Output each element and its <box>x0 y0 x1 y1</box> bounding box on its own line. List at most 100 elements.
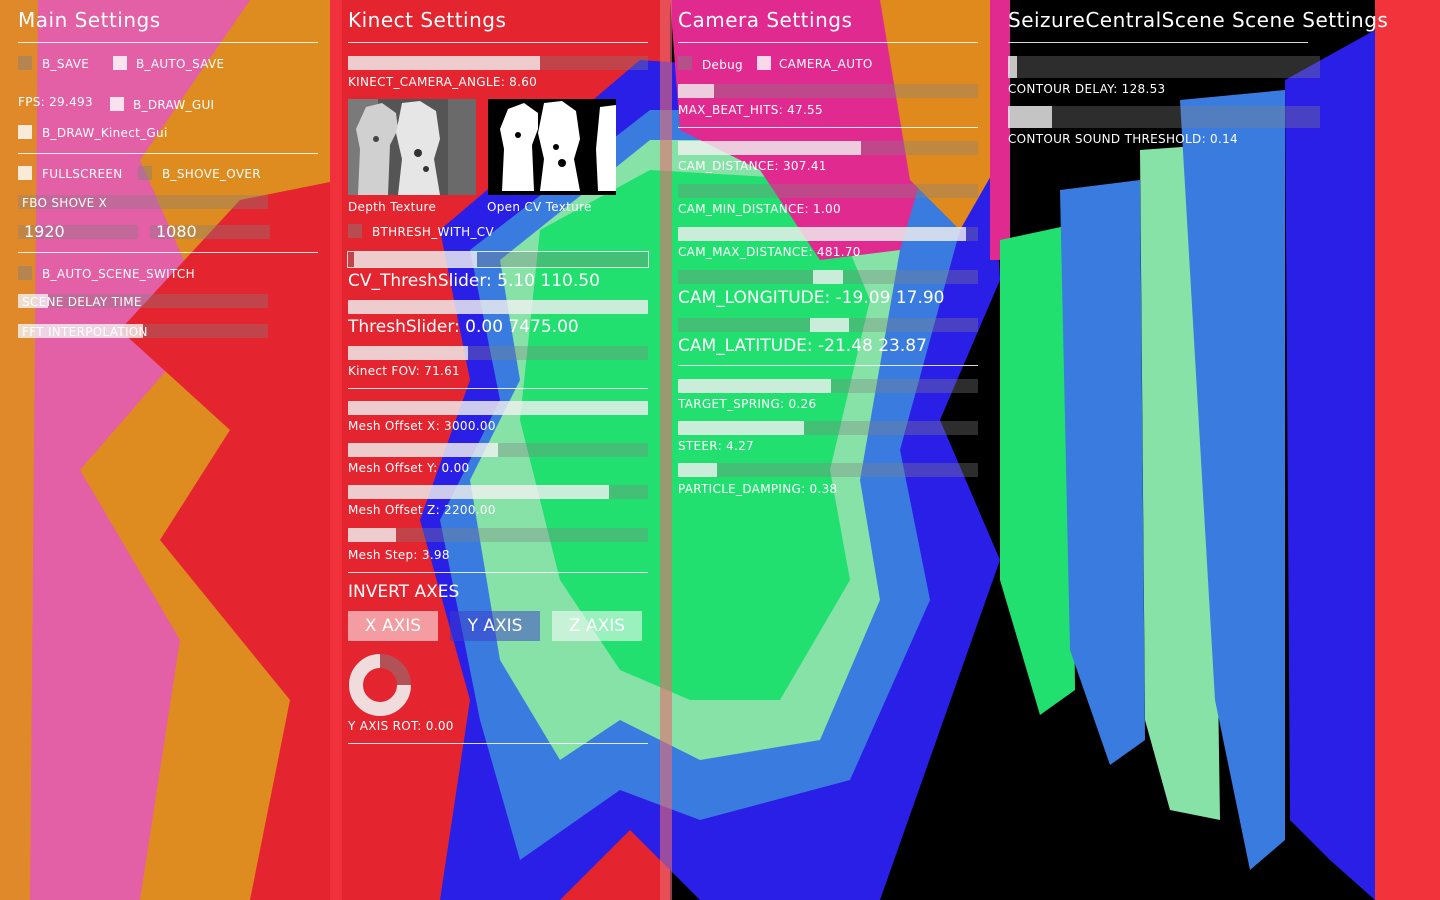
cam-min-distance-slider[interactable] <box>678 184 978 198</box>
invert-axes-label: INVERT AXES <box>348 582 460 602</box>
cam-latitude-range-slider[interactable] <box>678 318 978 332</box>
divider <box>678 127 978 128</box>
y-axis-rot-dial[interactable] <box>348 653 412 717</box>
b-shove-over-toggle[interactable] <box>138 166 152 180</box>
red-column-mid <box>660 0 672 900</box>
b-draw-gui-toggle[interactable] <box>110 97 124 111</box>
thresh-slider-label: ThreshSlider: 0.00 7475.00 <box>348 317 579 337</box>
mesh-offset-y-slider[interactable] <box>348 443 648 457</box>
y-axis-rot-label: Y AXIS ROT: 0.00 <box>348 719 454 733</box>
slider-fill <box>1008 106 1052 128</box>
contour-sound-threshold-slider[interactable] <box>1008 106 1320 128</box>
slider-fill <box>348 346 468 360</box>
slider-fill <box>678 141 861 155</box>
slider-fill <box>1008 56 1018 78</box>
mesh-offset-z-label: Mesh Offset Z: 2200.00 <box>348 503 496 517</box>
contour-sound-threshold-label: CONTOUR SOUND THRESHOLD: 0.14 <box>1008 132 1238 146</box>
z-axis-button[interactable]: Z AXIS <box>552 611 642 641</box>
slider-fill <box>348 401 648 415</box>
cam-min-distance-label: CAM_MIN_DISTANCE: 1.00 <box>678 202 841 216</box>
bthresh-with-cv-label: BTHRESH_WITH_CV <box>372 225 494 239</box>
range-fill <box>810 318 849 332</box>
max-beat-hits-slider[interactable] <box>678 84 978 98</box>
cam-max-distance-label: CAM_MAX_DISTANCE: 481.70 <box>678 245 861 259</box>
red-edge-right <box>1375 0 1440 900</box>
target-spring-slider[interactable] <box>678 379 978 393</box>
b-auto-save-toggle[interactable] <box>113 56 127 70</box>
fullscreen-toggle[interactable] <box>18 166 32 180</box>
debug-label: Debug <box>702 58 743 72</box>
cam-max-distance-slider[interactable] <box>678 227 978 241</box>
open-cv-texture-image <box>488 99 616 195</box>
camera-auto-toggle[interactable] <box>757 56 771 70</box>
cam-longitude-range-slider[interactable] <box>678 270 978 284</box>
scene-delay-time-label: SCENE DELAY TIME <box>22 295 142 309</box>
target-spring-label: TARGET_SPRING: 0.26 <box>678 397 817 411</box>
b-draw-kinect-gui-label: B_DRAW_Kinect_Gui <box>42 126 168 140</box>
thresh-range-slider[interactable] <box>348 300 648 314</box>
slider-fill <box>348 443 498 457</box>
cam-distance-slider[interactable] <box>678 141 978 155</box>
cv-thresh-range-slider[interactable] <box>347 251 649 268</box>
height-value: 1080 <box>156 222 197 241</box>
mesh-step-label: Mesh Step: 3.98 <box>348 548 450 562</box>
mesh-offset-z-slider[interactable] <box>348 485 648 499</box>
red-divider <box>330 0 342 900</box>
mesh-offset-x-label: Mesh Offset X: 3000.00 <box>348 419 496 433</box>
b-draw-kinect-gui-toggle[interactable] <box>18 125 32 139</box>
range-fill <box>813 270 843 284</box>
b-auto-scene-switch-toggle[interactable] <box>18 266 32 280</box>
divider <box>1008 42 1308 43</box>
kinect-fov-label: Kinect FOV: 71.61 <box>348 364 460 378</box>
mesh-step-slider[interactable] <box>348 528 648 542</box>
steer-slider[interactable] <box>678 421 978 435</box>
x-axis-button[interactable]: X AXIS <box>348 611 438 641</box>
y-axis-button[interactable]: Y AXIS <box>450 611 540 641</box>
particle-damping-slider[interactable] <box>678 463 978 477</box>
contour-delay-slider[interactable] <box>1008 56 1320 78</box>
depth-texture-image <box>348 99 476 195</box>
cam-latitude-label: CAM_LATITUDE: -21.48 23.87 <box>678 336 927 356</box>
fbo-shove-x-label: FBO SHOVE X <box>22 196 108 210</box>
b-save-toggle[interactable] <box>18 56 32 70</box>
depth-texture-label: Depth Texture <box>348 200 437 214</box>
kinect-settings-title: Kinect Settings <box>348 8 507 32</box>
kinect-camera-angle-label: KINECT_CAMERA_ANGLE: 8.60 <box>348 75 538 89</box>
b-auto-save-label: B_AUTO_SAVE <box>136 57 225 71</box>
open-cv-texture-label: Open CV Texture <box>487 200 592 214</box>
steer-label: STEER: 4.27 <box>678 439 754 453</box>
width-value: 1920 <box>24 222 65 241</box>
contour-delay-label: CONTOUR DELAY: 128.53 <box>1008 82 1166 96</box>
slider-fill <box>678 84 714 98</box>
divider <box>348 743 648 744</box>
mesh-offset-x-slider[interactable] <box>348 401 648 415</box>
violet-bar <box>1285 30 1375 900</box>
fullscreen-label: FULLSCREEN <box>42 167 123 181</box>
bthresh-with-cv-toggle[interactable] <box>348 224 362 238</box>
slider-fill <box>348 56 540 70</box>
range-fill <box>348 300 648 314</box>
camera-settings-title: Camera Settings <box>678 8 853 32</box>
kinect-camera-angle-slider[interactable] <box>348 56 648 70</box>
kinect-fov-slider[interactable] <box>348 346 648 360</box>
scene-settings-title: SeizureCentralScene Scene Settings <box>1008 8 1389 32</box>
cv-thresh-slider-label: CV_ThreshSlider: 5.10 110.50 <box>348 271 600 291</box>
divider <box>678 42 978 43</box>
mesh-offset-y-label: Mesh Offset Y: 0.00 <box>348 461 470 475</box>
slider-fill <box>348 485 609 499</box>
divider <box>348 572 648 573</box>
divider <box>18 252 318 253</box>
cam-longitude-label: CAM_LONGITUDE: -19.09 17.90 <box>678 288 945 308</box>
b-draw-gui-label: B_DRAW_GUI <box>133 98 215 112</box>
divider <box>348 42 648 43</box>
debug-toggle[interactable] <box>678 56 692 70</box>
divider <box>18 42 318 43</box>
slider-fill <box>348 528 396 542</box>
slider-fill <box>678 421 804 435</box>
range-fill <box>354 252 477 267</box>
camera-auto-label: CAMERA_AUTO <box>779 57 873 71</box>
b-save-label: B_SAVE <box>42 57 90 71</box>
slider-fill <box>678 463 717 477</box>
slider-fill <box>678 379 831 393</box>
magenta-column <box>990 0 1010 260</box>
